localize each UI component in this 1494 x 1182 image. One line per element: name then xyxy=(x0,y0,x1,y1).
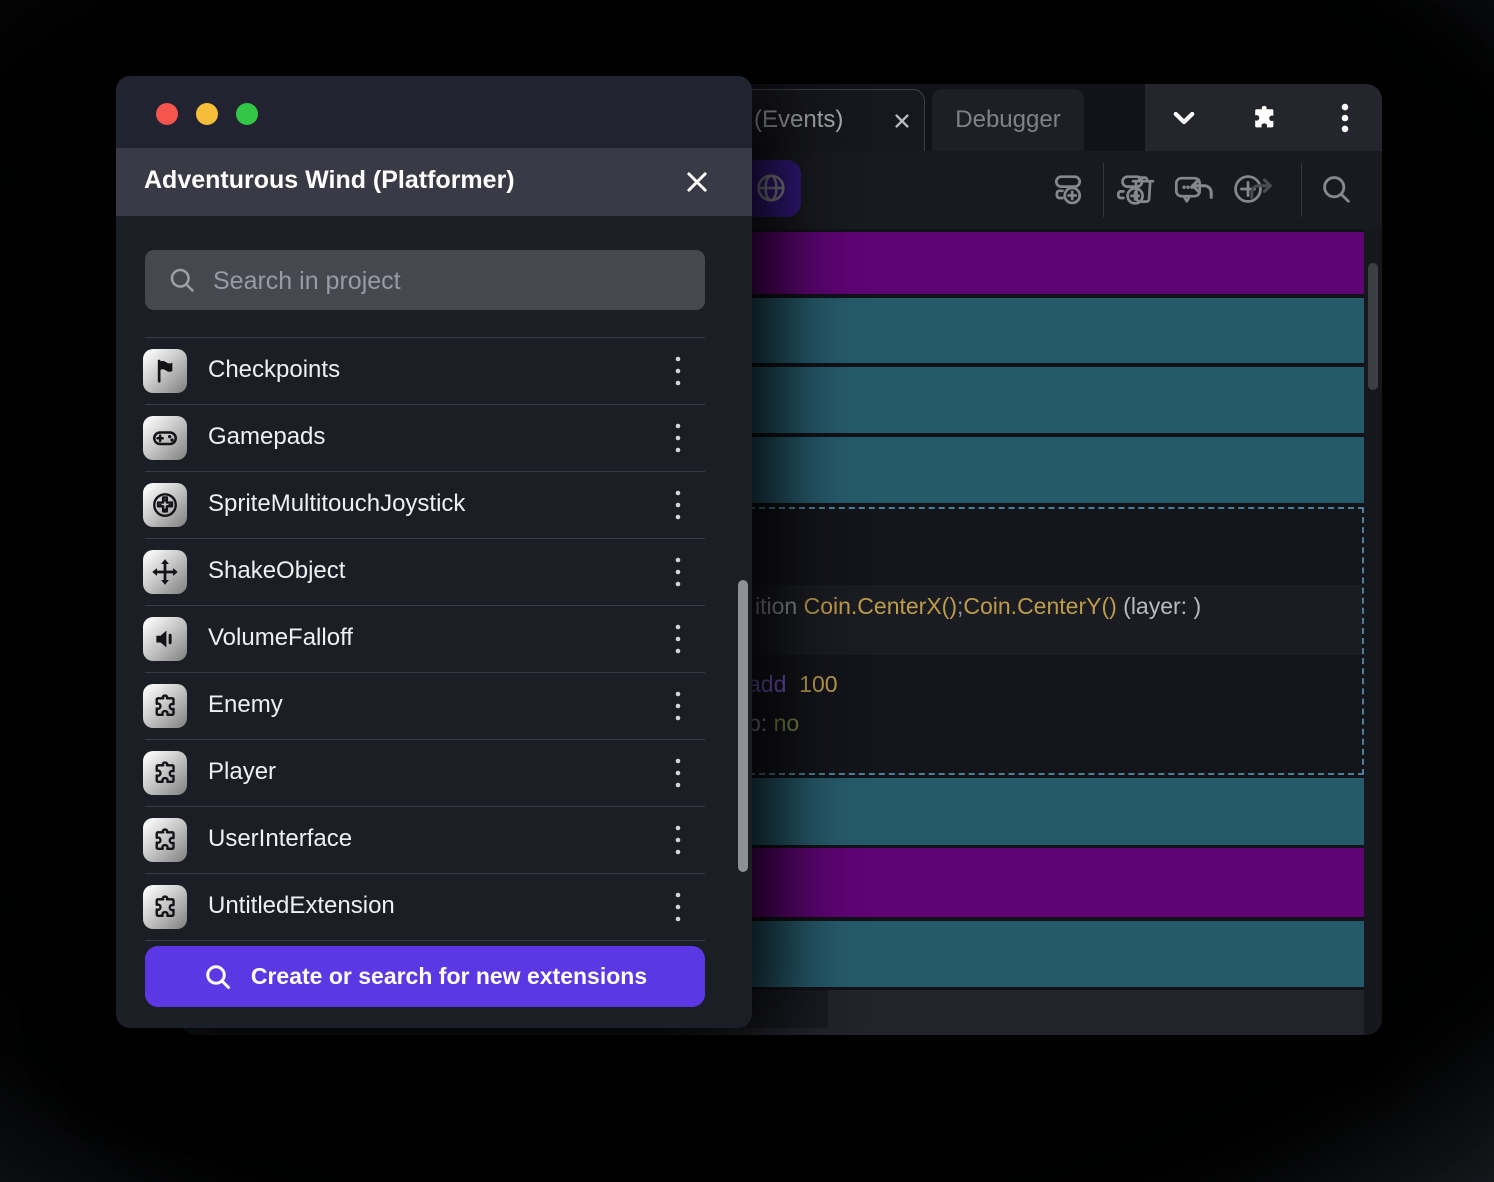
screen-backdrop: (Events) Debugger xyxy=(0,0,1494,1182)
item-menu-dots-icon[interactable] xyxy=(664,353,692,389)
list-item-label: Player xyxy=(208,758,276,786)
window-menu-dots-icon[interactable] xyxy=(1325,98,1365,138)
tab-events-label: (Events) xyxy=(754,106,843,134)
gamepad-icon xyxy=(143,416,187,460)
list-item-volumefalloff[interactable]: VolumeFalloff xyxy=(145,606,705,673)
item-menu-dots-icon[interactable] xyxy=(664,420,692,456)
list-item-label: SpriteMultitouchJoystick xyxy=(208,490,465,518)
item-menu-dots-icon[interactable] xyxy=(664,755,692,791)
list-item-label: ShakeObject xyxy=(208,557,345,585)
event-action-text: ition Coin.CenterX();Coin.CenterY() (lay… xyxy=(755,593,1201,620)
list-item-label: Checkpoints xyxy=(208,356,340,384)
list-item-enemy[interactable]: Enemy xyxy=(145,673,705,740)
chevron-down-icon[interactable] xyxy=(1164,98,1204,138)
search-icon xyxy=(167,265,197,295)
list-item-untitledextension[interactable]: UntitledExtension xyxy=(145,874,705,941)
item-menu-dots-icon[interactable] xyxy=(664,822,692,858)
toolbar-divider xyxy=(1301,163,1302,217)
list-item-checkpoints[interactable]: Checkpoints xyxy=(145,337,705,405)
events-scrollbar-track[interactable] xyxy=(1364,229,1382,1035)
events-scrollbar-thumb[interactable] xyxy=(1368,263,1378,390)
add-event-icon[interactable] xyxy=(1050,171,1086,207)
undo-icon[interactable] xyxy=(1183,171,1219,207)
close-icon[interactable] xyxy=(682,167,712,197)
list-item-userinterface[interactable]: UserInterface xyxy=(145,807,705,874)
toolbar-search-icon[interactable] xyxy=(1318,171,1354,207)
flag-icon xyxy=(143,349,187,393)
list-item-player[interactable]: Player xyxy=(145,740,705,807)
list-item-joystick[interactable]: SpriteMultitouchJoystick xyxy=(145,472,705,539)
item-menu-dots-icon[interactable] xyxy=(664,487,692,523)
close-traffic-light[interactable] xyxy=(156,103,178,125)
dialog-titlebar-strip xyxy=(116,76,752,148)
item-menu-dots-icon[interactable] xyxy=(664,889,692,925)
item-menu-dots-icon[interactable] xyxy=(664,554,692,590)
item-menu-dots-icon[interactable] xyxy=(664,688,692,724)
dialog-title: Adventurous Wind (Platformer) xyxy=(144,166,515,195)
item-menu-dots-icon[interactable] xyxy=(664,621,692,657)
list-item-label: UserInterface xyxy=(208,825,352,853)
list-item-gamepads[interactable]: Gamepads xyxy=(145,405,705,472)
maximize-traffic-light[interactable] xyxy=(236,103,258,125)
dialog-scrollbar-thumb[interactable] xyxy=(738,580,748,872)
list-item-label: VolumeFalloff xyxy=(208,624,353,652)
create-extension-button[interactable]: Create or search for new extensions xyxy=(145,946,705,1007)
toolbar-divider xyxy=(1103,163,1104,217)
puzzle-icon xyxy=(143,885,187,929)
search-input[interactable] xyxy=(211,250,695,312)
project-manager-dialog: Adventurous Wind (Platformer) Checkpoint… xyxy=(116,76,752,1028)
trash-icon[interactable] xyxy=(1125,171,1161,207)
list-item-label: UntitledExtension xyxy=(208,892,395,920)
extension-list: Checkpoints Gamepads SpriteMultitouchJoy… xyxy=(145,337,705,941)
search-icon xyxy=(203,962,233,992)
project-search xyxy=(145,250,705,310)
create-extension-label: Create or search for new extensions xyxy=(251,963,647,990)
extensions-puzzle-icon[interactable] xyxy=(1244,98,1284,138)
list-item-shakeobject[interactable]: ShakeObject xyxy=(145,539,705,606)
minimize-traffic-light[interactable] xyxy=(196,103,218,125)
puzzle-icon xyxy=(143,751,187,795)
joystick-icon xyxy=(143,483,187,527)
event-action-text: add 100 xyxy=(748,671,838,698)
volume-icon xyxy=(143,617,187,661)
puzzle-icon xyxy=(143,818,187,862)
redo-icon[interactable] xyxy=(1244,171,1280,207)
list-item-label: Enemy xyxy=(208,691,283,719)
puzzle-icon xyxy=(143,684,187,728)
list-item-label: Gamepads xyxy=(208,423,325,451)
move-arrows-icon xyxy=(143,550,187,594)
dialog-header: Adventurous Wind (Platformer) xyxy=(116,148,752,216)
tab-debugger[interactable]: Debugger xyxy=(932,89,1084,151)
tab-close-icon[interactable] xyxy=(889,108,915,134)
event-action-text: p: no xyxy=(748,710,799,737)
event-sheet-footer-patch xyxy=(748,990,828,1028)
window-header-panel xyxy=(1145,84,1382,151)
